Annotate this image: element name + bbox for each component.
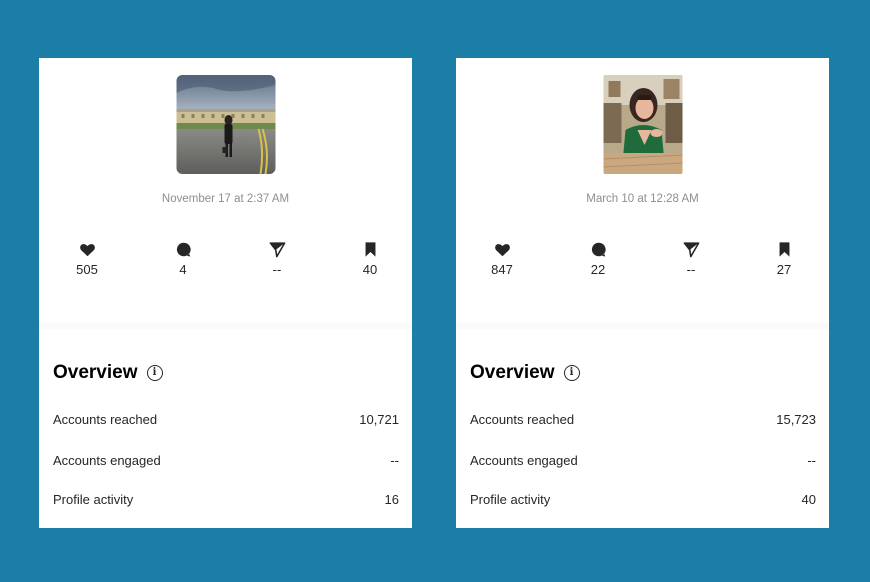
post-stats-row: 847 22 -- 27 <box>456 240 829 280</box>
send-icon <box>247 240 307 258</box>
post-date: November 17 at 2:37 AM <box>161 193 290 205</box>
section-divider <box>39 323 412 329</box>
likes-count: 505 <box>76 262 98 277</box>
shares-stat: -- <box>247 240 307 277</box>
overview-heading: Overview i <box>470 362 580 384</box>
metric-label: Accounts reached <box>53 412 158 427</box>
post-insights-card: March 10 at 12:28 AM 847 22 -- 27 Overvi… <box>456 58 829 528</box>
likes-stat: 847 <box>472 240 532 277</box>
saves-stat: 40 <box>340 240 400 277</box>
section-divider <box>456 323 829 329</box>
shares-count: -- <box>686 262 696 277</box>
likes-stat: 505 <box>57 240 117 277</box>
bookmark-icon <box>754 240 814 258</box>
post-date: March 10 at 12:28 AM <box>586 193 699 205</box>
accounts-reached-row: Accounts reached 15,723 <box>470 412 816 427</box>
photo-woman-restaurant-icon <box>603 75 682 174</box>
post-stats-row: 505 4 -- 40 <box>39 240 412 280</box>
saves-count: 40 <box>362 262 378 277</box>
saves-count: 27 <box>776 262 792 277</box>
comment-icon <box>153 240 213 258</box>
post-thumbnail[interactable] <box>176 75 275 174</box>
likes-count: 847 <box>491 262 513 277</box>
metric-value: 10,721 <box>359 412 399 427</box>
bookmark-icon <box>340 240 400 258</box>
metric-value: 16 <box>384 492 399 507</box>
metric-value: -- <box>807 453 816 468</box>
post-insights-card: November 17 at 2:37 AM 505 4 -- 40 Overv… <box>39 58 412 528</box>
accounts-reached-row: Accounts reached 10,721 <box>53 412 399 427</box>
accounts-engaged-row: Accounts engaged -- <box>470 453 816 468</box>
accounts-engaged-row: Accounts engaged -- <box>53 453 399 468</box>
overview-heading: Overview i <box>53 362 163 384</box>
metric-value: 15,723 <box>776 412 816 427</box>
metric-value: -- <box>390 453 399 468</box>
overview-title: Overview <box>470 362 555 383</box>
saves-stat: 27 <box>754 240 814 277</box>
info-icon[interactable]: i <box>563 365 580 381</box>
photo-woman-street-icon <box>176 75 275 174</box>
metric-label: Accounts engaged <box>470 453 578 468</box>
send-icon <box>661 240 721 258</box>
metric-label: Accounts reached <box>470 412 575 427</box>
heart-icon <box>57 240 117 258</box>
shares-count: -- <box>272 262 282 277</box>
metric-label: Accounts engaged <box>53 453 161 468</box>
comments-count: 4 <box>179 262 187 277</box>
metric-value: 40 <box>801 492 816 507</box>
profile-activity-row: Profile activity 40 <box>470 492 816 507</box>
metric-label: Profile activity <box>470 492 551 507</box>
metric-label: Profile activity <box>53 492 134 507</box>
comments-stat: 4 <box>153 240 213 277</box>
comments-stat: 22 <box>568 240 628 277</box>
overview-title: Overview <box>53 362 138 383</box>
info-icon[interactable]: i <box>146 365 163 381</box>
profile-activity-row: Profile activity 16 <box>53 492 399 507</box>
post-thumbnail[interactable] <box>603 75 682 174</box>
comment-icon <box>568 240 628 258</box>
shares-stat: -- <box>661 240 721 277</box>
comments-count: 22 <box>590 262 606 277</box>
heart-icon <box>472 240 532 258</box>
